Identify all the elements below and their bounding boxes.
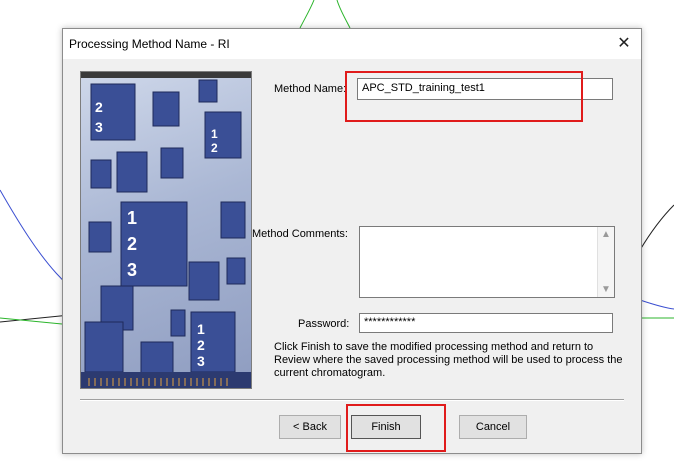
finish-description: Click Finish to save the modified proces… <box>274 341 623 379</box>
comments-scrollbar[interactable]: ▲ ▼ <box>597 227 614 297</box>
cancel-button[interactable]: Cancel <box>459 415 527 439</box>
password-input[interactable]: ************ <box>359 313 613 333</box>
art-digit-1-large: 1 <box>127 208 137 228</box>
svg-text:2: 2 <box>127 234 137 254</box>
dialog-titlebar[interactable]: Processing Method Name - RI ✕ <box>63 29 641 59</box>
svg-text:1: 1 <box>211 127 218 141</box>
method-name-highlight-box <box>345 71 583 122</box>
svg-text:3: 3 <box>127 260 137 280</box>
close-icon: ✕ <box>617 35 631 52</box>
method-name-label: Method Name: <box>274 83 347 95</box>
finish-highlight-box <box>346 404 446 452</box>
scroll-up-icon[interactable]: ▲ <box>598 229 614 240</box>
button-separator <box>80 399 624 401</box>
dialog-title: Processing Method Name - RI <box>69 37 230 51</box>
back-button[interactable]: < Back <box>279 415 341 439</box>
document-tiles-illustration: 2 3 1 2 1 2 3 1 2 3 <box>81 72 251 388</box>
password-label: Password: <box>298 318 350 330</box>
method-comments-textarea[interactable]: ▲ ▼ <box>359 226 615 298</box>
scroll-down-icon[interactable]: ▼ <box>598 284 614 295</box>
method-comments-label: Method Comments: <box>252 228 348 240</box>
art-digit-2: 2 <box>95 99 103 115</box>
svg-text:2: 2 <box>197 337 205 353</box>
svg-text:3: 3 <box>197 353 205 369</box>
close-button[interactable]: ✕ <box>607 29 641 59</box>
wizard-side-image: 2 3 1 2 1 2 3 1 2 3 <box>80 71 252 389</box>
svg-text:1: 1 <box>197 321 205 337</box>
art-digit-3: 3 <box>95 119 103 135</box>
svg-text:2: 2 <box>211 141 218 155</box>
